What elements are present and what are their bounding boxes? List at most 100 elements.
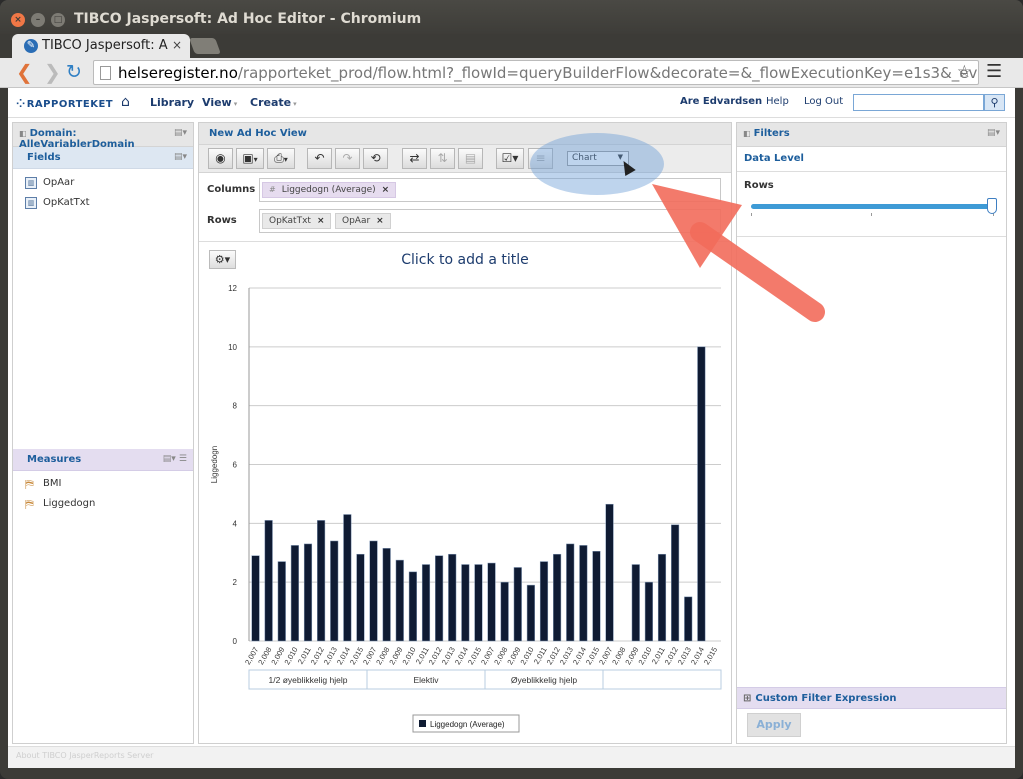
bar xyxy=(474,564,483,642)
title-bar: × – □ TIBCO Jaspersoft: Ad Hoc Editor - … xyxy=(0,0,1023,38)
collapse-icon[interactable]: ◧ xyxy=(19,129,27,138)
chevron-down-icon: ▾ xyxy=(293,100,297,108)
y-tick-label: 0 xyxy=(233,637,238,646)
minimize-window-button[interactable]: – xyxy=(31,13,45,27)
remove-icon[interactable]: × xyxy=(376,216,384,226)
options-icon[interactable]: ▤ xyxy=(458,148,483,169)
fields-menu-icon[interactable]: ▤▾ xyxy=(174,152,187,162)
bar xyxy=(290,545,299,642)
browser-menu-icon[interactable]: ☰ xyxy=(986,63,1002,81)
display-mode-eye-icon[interactable]: ◉ xyxy=(208,148,233,169)
field-item-opkattxt[interactable]: ▥ OpKatTxt xyxy=(25,197,90,209)
window-title: TIBCO Jaspersoft: Ad Hoc Editor - Chromi… xyxy=(74,11,422,27)
nav-view[interactable]: View ▾ xyxy=(202,96,237,109)
measure-item-liggedogn[interactable]: ⛿ Liggedogn xyxy=(25,497,96,511)
tab-close-icon[interactable]: × xyxy=(172,38,182,52)
bar xyxy=(553,553,562,642)
bar xyxy=(382,548,391,642)
url-path: /rapporteket_prod/flow.html?_flowId=quer… xyxy=(237,64,978,82)
panel-menu-icon[interactable]: ▤▾ xyxy=(174,128,187,138)
measure-icon: ⛿ xyxy=(25,477,34,491)
filters-menu-icon[interactable]: ▤▾ xyxy=(987,128,1000,138)
search-input[interactable] xyxy=(853,94,984,111)
sort-icon[interactable]: ⇅ xyxy=(430,148,455,169)
fields-header: Fields ▤▾ xyxy=(13,147,193,169)
bar xyxy=(448,553,457,642)
measures-menu-glyph: ▤▾ xyxy=(162,454,176,464)
measures-header: Measures ▤▾ ☰ xyxy=(13,449,193,471)
reload-icon[interactable]: ↻ xyxy=(66,62,82,82)
nav-library[interactable]: Library xyxy=(150,96,194,109)
bar xyxy=(317,520,326,642)
export-dropdown-icon: ▾ xyxy=(283,155,288,164)
new-tab-button[interactable] xyxy=(189,38,221,54)
column-pill-liggedogn[interactable]: # Liggedogn (Average) × xyxy=(262,182,397,198)
undo-icon[interactable]: ↶ xyxy=(307,148,332,169)
page-icon xyxy=(100,66,111,80)
address-bar[interactable]: helseregister.no/rapporteket_prod/flow.h… xyxy=(93,60,979,85)
field-label: OpKatTxt xyxy=(43,197,90,208)
x-tick-label: 2,015 xyxy=(702,646,719,667)
row-pill-opkattxt[interactable]: OpKatTxt × xyxy=(262,213,332,229)
bar xyxy=(487,562,496,642)
collapse-icon[interactable]: ◧ xyxy=(743,129,751,138)
back-arrow-icon[interactable]: ❮ xyxy=(16,62,33,82)
y-tick-label: 6 xyxy=(233,461,238,470)
field-label: OpAar xyxy=(43,177,75,188)
apply-button[interactable]: Apply xyxy=(747,713,801,737)
export-icon[interactable]: ⎙▾ xyxy=(267,148,295,169)
data-options-icon[interactable]: ☑▾ xyxy=(496,148,524,169)
pill-label: OpAar xyxy=(342,216,371,226)
bar xyxy=(526,584,535,642)
forward-arrow-icon[interactable]: ❯ xyxy=(44,62,61,82)
row-pill-opaar[interactable]: OpAar × xyxy=(335,213,391,229)
custom-filter-header[interactable]: ⊞ Custom Filter Expression xyxy=(737,687,1006,709)
domain-header[interactable]: ◧ Domain: AlleVariablerDomain ▤▾ xyxy=(13,123,193,150)
rows-drop-zone[interactable]: OpKatTxt × OpAar × xyxy=(259,209,721,233)
bar xyxy=(644,581,653,642)
undo-all-icon[interactable]: ⟲ xyxy=(363,148,388,169)
bookmark-star-icon[interactable]: ☆ xyxy=(957,62,972,82)
custom-filter-title: Custom Filter Expression xyxy=(755,693,897,704)
logo-dots-icon: ⁘ xyxy=(16,97,26,110)
bar xyxy=(356,553,365,642)
y-tick-label: 2 xyxy=(233,578,238,587)
field-icon: ▥ xyxy=(25,197,37,209)
nav-library-label: Library xyxy=(150,96,195,109)
rapporteket-logo[interactable]: ⁘RAPPORTEKET xyxy=(16,97,113,110)
columns-label: Columns xyxy=(207,184,256,195)
browser-tab[interactable]: ✎ TIBCO Jaspersoft: A × xyxy=(12,34,190,59)
data-level-section: Rows xyxy=(737,171,1006,237)
y-axis-label: Liggedogn xyxy=(210,446,219,483)
measures-title: Measures xyxy=(27,454,82,465)
filters-header[interactable]: ◧ Filters ▤▾ xyxy=(737,123,1006,147)
field-item-opaar[interactable]: ▥ OpAar xyxy=(25,177,75,189)
remove-icon[interactable]: × xyxy=(317,216,325,226)
home-icon[interactable]: ⌂ xyxy=(121,94,130,110)
bar xyxy=(605,503,614,642)
jaspersoft-favicon-icon: ✎ xyxy=(24,39,38,53)
pill-label: Liggedogn (Average) xyxy=(281,185,376,195)
measure-icon: ⛿ xyxy=(25,497,34,511)
slider-handle[interactable] xyxy=(987,198,997,214)
search-icon[interactable]: ⚲ xyxy=(984,94,1005,111)
data-level-label: Data Level xyxy=(744,153,804,164)
help-link[interactable]: Help xyxy=(766,96,789,107)
browser-toolbar: ❮ ❯ ↻ helseregister.no/rapporteket_prod/… xyxy=(0,58,1023,88)
logout-link[interactable]: Log Out xyxy=(804,96,843,107)
data-level-slider[interactable] xyxy=(751,204,995,209)
measure-label: Liggedogn xyxy=(43,498,96,509)
save-icon[interactable]: ▣▾ xyxy=(236,148,264,169)
chart-area: ⚙▾ Click to add a title 0 2 4 6 8 10 12 Liggedo… xyxy=(199,241,731,744)
measure-item-bmi[interactable]: ⛿ BMI xyxy=(25,477,61,491)
measures-menu-icon[interactable]: ▤▾ ☰ xyxy=(163,454,187,464)
close-window-button[interactable]: × xyxy=(11,13,25,27)
bar xyxy=(343,514,352,642)
maximize-window-button[interactable]: □ xyxy=(51,13,65,27)
nav-create[interactable]: Create ▾ xyxy=(250,96,297,109)
expand-icon[interactable]: ⊞ xyxy=(743,693,751,704)
remove-icon[interactable]: × xyxy=(382,185,390,195)
redo-icon[interactable]: ↷ xyxy=(335,148,360,169)
pivot-icon[interactable]: ⇄ xyxy=(402,148,427,169)
y-tick-label: 8 xyxy=(233,402,238,411)
